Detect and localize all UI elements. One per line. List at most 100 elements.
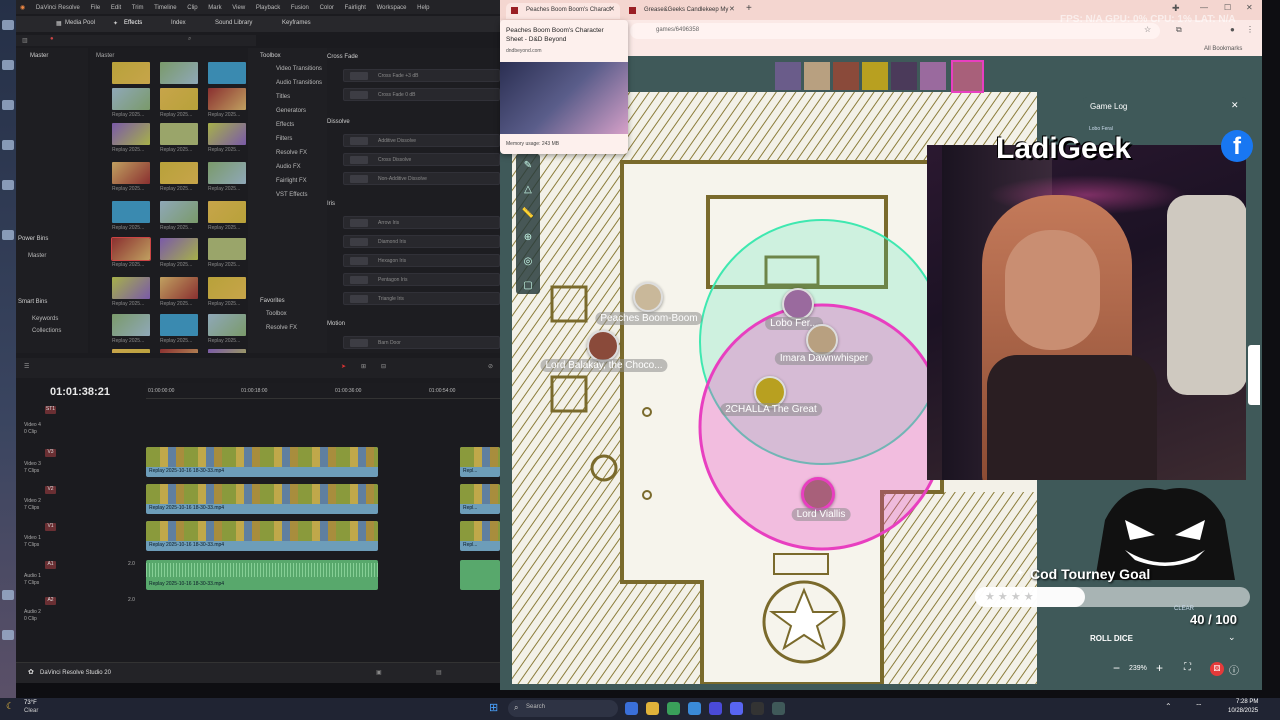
effect-item[interactable]: Cross Fade 0 dB bbox=[343, 88, 500, 101]
effect-item[interactable]: Pentagon Iris bbox=[343, 273, 500, 286]
token-lord-balakay[interactable] bbox=[587, 330, 619, 362]
effect-item[interactable]: Diamond Iris bbox=[343, 235, 500, 248]
media-thumbnail[interactable] bbox=[160, 123, 198, 145]
token-icon[interactable]: ◎ bbox=[516, 250, 540, 274]
link-icon[interactable]: ⊘ bbox=[488, 363, 493, 370]
media-thumbnail[interactable] bbox=[160, 277, 198, 299]
tab-close-icon[interactable]: ✕ bbox=[609, 5, 615, 13]
all-bookmarks[interactable]: All Bookmarks bbox=[1204, 46, 1242, 52]
video-clip-v3-b[interactable]: Repl... bbox=[460, 447, 500, 477]
effect-item[interactable]: Cross Dissolve bbox=[343, 153, 500, 166]
fav-toolbox[interactable]: Toolbox bbox=[266, 311, 287, 317]
power-bin-master[interactable]: Master bbox=[28, 253, 46, 259]
initiative-portrait[interactable] bbox=[920, 62, 946, 90]
clock-date[interactable]: 10/28/2025 bbox=[1228, 708, 1258, 714]
search-icon[interactable]: ⌕ bbox=[188, 36, 191, 43]
initiative-portrait[interactable] bbox=[804, 62, 830, 90]
video-clip-v3[interactable]: Replay 2025-10-16 18-30-33.mp4 bbox=[146, 447, 378, 477]
desktop-icon[interactable] bbox=[2, 180, 14, 190]
video-clip-v1[interactable]: Replay 2025-10-16 18-30-33.mp4 bbox=[146, 521, 378, 551]
media-thumbnail[interactable] bbox=[160, 238, 198, 260]
effect-item[interactable]: Additive Dissolve bbox=[343, 134, 500, 147]
track-volume[interactable]: 2.0 bbox=[128, 597, 135, 603]
tab-character-sheet[interactable]: Peaches Boom Boom's Charact bbox=[506, 3, 620, 19]
token-lobo[interactable] bbox=[782, 288, 814, 320]
pencil-icon[interactable]: ✎ bbox=[516, 154, 540, 178]
chevron-down-icon[interactable]: ⌄ bbox=[1228, 632, 1236, 643]
address-bar[interactable]: games/6496358 ☆ bbox=[630, 23, 1160, 39]
smart-bin-collections[interactable]: Collections bbox=[32, 328, 61, 334]
info-icon[interactable]: ⓘ bbox=[1229, 662, 1239, 677]
index-button[interactable]: Index bbox=[171, 20, 186, 26]
media-thumbnail[interactable] bbox=[112, 201, 150, 223]
effect-item[interactable]: Non-Additive Dissolve bbox=[343, 172, 500, 185]
effect-item[interactable]: Triangle Iris bbox=[343, 292, 500, 305]
menu-fusion[interactable]: Fusion bbox=[291, 5, 309, 11]
desktop-icon[interactable] bbox=[2, 590, 14, 600]
track-id-badge[interactable]: A2 bbox=[45, 597, 56, 605]
network-icon[interactable]: ⌔ bbox=[1195, 702, 1203, 712]
media-thumbnail[interactable] bbox=[208, 201, 246, 223]
video-clip-v1-b[interactable]: Repl... bbox=[460, 521, 500, 551]
media-thumbnail[interactable] bbox=[160, 349, 198, 353]
media-pool-button[interactable]: Media Pool bbox=[65, 20, 95, 26]
record-icon[interactable]: ● bbox=[50, 36, 54, 42]
media-thumbnail[interactable] bbox=[208, 238, 246, 260]
media-page-icon[interactable]: ▣ bbox=[376, 669, 382, 676]
note-icon[interactable]: ▢ bbox=[516, 274, 540, 298]
bin-master[interactable]: Master bbox=[30, 53, 48, 59]
desktop-icon[interactable] bbox=[2, 60, 14, 70]
menu-icon[interactable]: ⋮ bbox=[1246, 25, 1254, 34]
menu-edit[interactable]: Edit bbox=[111, 5, 121, 11]
smart-bin-keywords[interactable]: Keywords bbox=[32, 316, 58, 322]
media-thumbnail[interactable] bbox=[111, 237, 151, 261]
media-thumbnail[interactable] bbox=[112, 123, 150, 145]
effects-button[interactable]: Effects bbox=[124, 20, 142, 26]
ruler-icon[interactable]: 📏 bbox=[516, 202, 540, 226]
toolbox-item[interactable]: Video Transitions bbox=[276, 66, 322, 72]
menu-mark[interactable]: Mark bbox=[208, 5, 221, 11]
media-thumbnail[interactable] bbox=[208, 349, 246, 353]
media-thumbnail[interactable] bbox=[208, 62, 246, 84]
feedback-tab[interactable] bbox=[1248, 345, 1260, 405]
menu-view[interactable]: View bbox=[232, 5, 245, 11]
target-icon[interactable]: ⊕ bbox=[516, 226, 540, 250]
toolbox-item[interactable]: Generators bbox=[276, 108, 306, 114]
token-lord-viallis[interactable] bbox=[801, 477, 835, 511]
media-thumbnail[interactable] bbox=[160, 88, 198, 110]
desktop-icon[interactable] bbox=[2, 140, 14, 150]
bookmark-star-icon[interactable]: ☆ bbox=[1144, 25, 1151, 34]
toolbox-item[interactable]: VST Effects bbox=[276, 192, 307, 198]
track-header[interactable]: V2 Video 27 Clips bbox=[20, 482, 140, 518]
app-icon[interactable] bbox=[772, 702, 785, 715]
media-thumbnail[interactable] bbox=[208, 277, 246, 299]
media-thumbnail[interactable] bbox=[208, 88, 246, 110]
menu-timeline[interactable]: Timeline bbox=[154, 5, 176, 11]
track-id-badge[interactable]: ST1 bbox=[45, 406, 56, 414]
desktop-icon[interactable] bbox=[2, 100, 14, 110]
media-thumbnail[interactable] bbox=[208, 123, 246, 145]
media-thumbnail[interactable] bbox=[112, 314, 150, 336]
extensions-icon[interactable]: ⧉ bbox=[1176, 25, 1182, 35]
effect-item[interactable]: Hexagon Iris bbox=[343, 254, 500, 267]
video-clip-v2[interactable]: Replay 2025-10-16 18-30-33.mp4 bbox=[146, 484, 378, 514]
desktop-icon[interactable] bbox=[2, 20, 14, 30]
track-id-badge[interactable]: V1 bbox=[45, 523, 56, 531]
track-id-badge[interactable]: V3 bbox=[45, 449, 56, 457]
initiative-portrait[interactable] bbox=[891, 62, 917, 90]
media-thumbnail[interactable] bbox=[208, 314, 246, 336]
media-thumbnail[interactable] bbox=[160, 62, 198, 84]
tab-candlekeep[interactable]: Grease&Geeks Candlekeep My bbox=[624, 3, 738, 19]
fullscreen-icon[interactable]: ⛶ bbox=[1184, 662, 1191, 673]
media-thumbnail[interactable] bbox=[112, 349, 150, 353]
favorites-heading[interactable]: Favorites bbox=[260, 298, 285, 304]
initiative-portrait-active[interactable] bbox=[951, 60, 984, 93]
menu-color[interactable]: Color bbox=[320, 5, 334, 11]
token-peaches[interactable] bbox=[633, 282, 663, 312]
effect-item[interactable]: Arrow Iris bbox=[343, 216, 500, 229]
toolbox-item[interactable]: Effects bbox=[276, 122, 294, 128]
tab-close-icon[interactable]: ✕ bbox=[729, 5, 735, 13]
trim-tool-icon[interactable]: ⊞ bbox=[361, 363, 366, 370]
media-thumbnail[interactable] bbox=[112, 162, 150, 184]
sidebar-toggle-icon[interactable]: ▥ bbox=[22, 37, 28, 44]
